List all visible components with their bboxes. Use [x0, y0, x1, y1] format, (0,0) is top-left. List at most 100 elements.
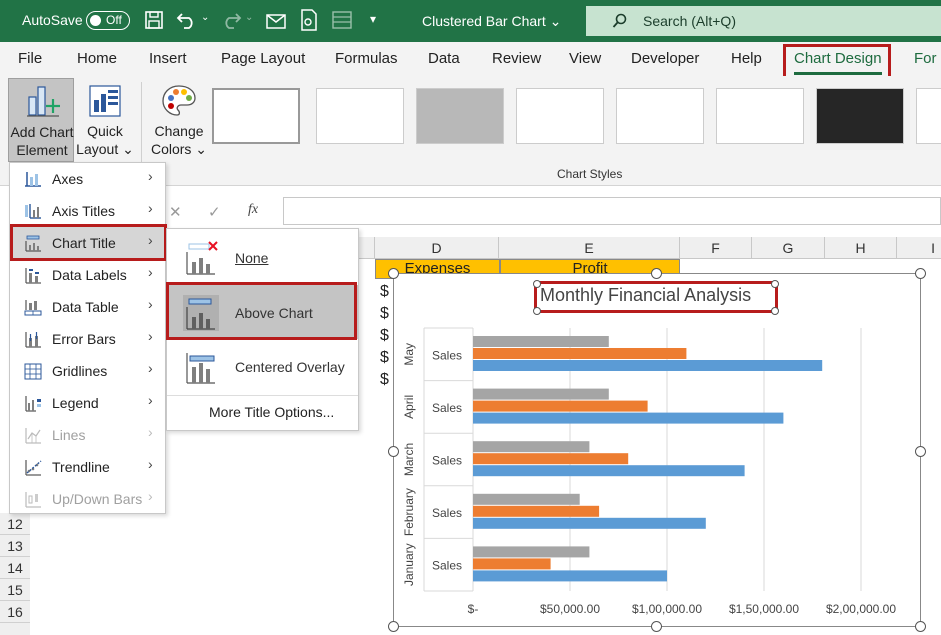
- title-resize-handle-bl[interactable]: [533, 307, 541, 315]
- more-title-options-link[interactable]: More Title Options...: [209, 404, 334, 420]
- tab-home[interactable]: Home: [77, 50, 117, 67]
- submenu-item-above-chart[interactable]: Above Chart: [167, 285, 358, 339]
- menu-item-error-bars[interactable]: Error Bars ›: [10, 323, 165, 355]
- chart-style-1[interactable]: [212, 88, 300, 144]
- chart-style-6[interactable]: [716, 88, 804, 144]
- row-header-16[interactable]: 16: [0, 601, 30, 623]
- palette-icon: [162, 85, 196, 116]
- chart-resize-handle-br[interactable]: [915, 621, 926, 632]
- tab-file[interactable]: File: [18, 50, 42, 67]
- chart-resize-handle-tm[interactable]: [651, 268, 662, 279]
- tab-page-layout[interactable]: Page Layout: [221, 50, 305, 67]
- active-tab-underline: [794, 72, 882, 75]
- chart-resize-handle-bl[interactable]: [388, 621, 399, 632]
- title-resize-handle-tl[interactable]: [533, 280, 541, 288]
- bar-march-1: [473, 453, 629, 465]
- add-chart-element-icon: [27, 86, 60, 117]
- row-header-15[interactable]: 15: [0, 579, 30, 601]
- chart-style-3[interactable]: [416, 88, 504, 144]
- menu-item-data-labels[interactable]: Data Labels ›: [10, 259, 165, 291]
- chart-area[interactable]: Sales January Sales February Sales March Sales…: [393, 273, 921, 627]
- column-header-f[interactable]: F: [680, 237, 752, 259]
- quick-layout-icon: [89, 85, 121, 117]
- menu-item-label: Lines: [52, 427, 86, 443]
- tab-chart-design[interactable]: Chart Design: [794, 50, 882, 67]
- dollar-cell[interactable]: $: [380, 349, 394, 367]
- chart-style-4[interactable]: [516, 88, 604, 144]
- form-icon: [332, 11, 352, 29]
- tab-formulas[interactable]: Formulas: [335, 50, 398, 67]
- chart-style-7[interactable]: [816, 88, 904, 144]
- undo-dropdown-icon[interactable]: ⌄: [201, 12, 209, 23]
- document-title[interactable]: Clustered Bar Chart ⌄: [422, 13, 561, 30]
- menu-item-data-table[interactable]: Data Table ›: [10, 291, 165, 323]
- search-box[interactable]: Search (Alt+Q): [586, 6, 941, 36]
- column-header-h[interactable]: H: [825, 237, 897, 259]
- bar-may-0: [473, 360, 823, 371]
- column-header-i[interactable]: I: [897, 237, 941, 259]
- sub-category-label: Sales: [432, 348, 462, 362]
- chart-style-2[interactable]: [316, 88, 404, 144]
- title-resize-handle-tr[interactable]: [771, 280, 779, 288]
- tab-data[interactable]: Data: [428, 50, 460, 67]
- title-resize-handle-br[interactable]: [771, 307, 779, 315]
- chart-resize-handle-mr[interactable]: [915, 446, 926, 457]
- insert-function-icon[interactable]: fx: [248, 202, 258, 218]
- menu-item-trendline[interactable]: Trendline ›: [10, 451, 165, 483]
- centered-overlay-icon: [183, 349, 219, 385]
- add-chart-element-button[interactable]: Add Chart Element ⌄: [8, 78, 74, 176]
- autosave-toggle[interactable]: Off: [86, 11, 130, 30]
- row-header-17[interactable]: [0, 623, 30, 635]
- menu-item-axis-titles[interactable]: Axis Titles ›: [10, 195, 165, 227]
- save-icon[interactable]: [144, 10, 164, 30]
- dollar-cell[interactable]: $: [380, 283, 394, 301]
- tab-review[interactable]: Review: [492, 50, 541, 67]
- column-header-e[interactable]: E: [499, 237, 680, 259]
- chart-resize-handle-bm[interactable]: [651, 621, 662, 632]
- bar-april-0: [473, 412, 784, 424]
- email-icon[interactable]: [266, 11, 288, 29]
- gridlines-icon: [24, 363, 42, 380]
- row-header-12[interactable]: 12: [0, 513, 30, 535]
- x-tick-label: $1,50,000.00: [729, 602, 799, 616]
- dollar-cell[interactable]: $: [380, 305, 394, 323]
- submenu-arrow-icon: ›: [148, 200, 153, 216]
- chart-style-8[interactable]: [916, 88, 941, 144]
- tab-view[interactable]: View: [569, 50, 601, 67]
- tab-developer[interactable]: Developer: [631, 50, 699, 67]
- menu-item-chart-title[interactable]: Chart Title ›: [10, 227, 165, 259]
- document-icon[interactable]: [300, 9, 318, 31]
- row-header-13[interactable]: 13: [0, 535, 30, 557]
- tab-format[interactable]: For: [914, 50, 937, 67]
- change-colors-button[interactable]: Change Colors ⌄: [148, 78, 210, 162]
- tab-insert[interactable]: Insert: [149, 50, 187, 67]
- customize-toolbar-icon[interactable]: ▾: [370, 12, 376, 26]
- chart-style-5[interactable]: [616, 88, 704, 144]
- confirm-entry-icon[interactable]: ✓: [208, 203, 221, 221]
- menu-item-gridlines[interactable]: Gridlines ›: [10, 355, 165, 387]
- tab-help[interactable]: Help: [731, 50, 762, 67]
- submenu-arrow-icon: ›: [148, 168, 153, 184]
- dollar-cell[interactable]: $: [380, 327, 394, 345]
- submenu-item-none[interactable]: None: [167, 230, 358, 284]
- menu-item-legend[interactable]: Legend ›: [10, 387, 165, 419]
- x-tick-label: $1,00,000.00: [632, 602, 702, 616]
- submenu-arrow-icon: ›: [148, 360, 153, 376]
- bar-may-2: [473, 336, 609, 347]
- column-header-g[interactable]: G: [752, 237, 825, 259]
- undo-icon[interactable]: [176, 10, 198, 30]
- menu-item-axes[interactable]: Axes ›: [10, 163, 165, 195]
- x-tick-label: $50,000.00: [540, 602, 600, 616]
- submenu-item-centered-overlay[interactable]: Centered Overlay: [167, 339, 358, 393]
- column-header-d[interactable]: D: [375, 237, 499, 259]
- quick-layout-button[interactable]: Quick Layout ⌄: [76, 78, 134, 162]
- row-header-14[interactable]: 14: [0, 557, 30, 579]
- chart-resize-handle-tr[interactable]: [915, 268, 926, 279]
- formula-input[interactable]: [283, 197, 941, 225]
- cancel-entry-icon[interactable]: ✕: [169, 203, 182, 221]
- ribbon-tab-bar: File Home Insert Page Layout Formulas Da…: [0, 42, 941, 76]
- chart-title[interactable]: Monthly Financial Analysis: [540, 285, 751, 306]
- chart-resize-handle-ml[interactable]: [388, 446, 399, 457]
- chart-resize-handle-tl[interactable]: [388, 268, 399, 279]
- dollar-cell[interactable]: $: [380, 371, 394, 389]
